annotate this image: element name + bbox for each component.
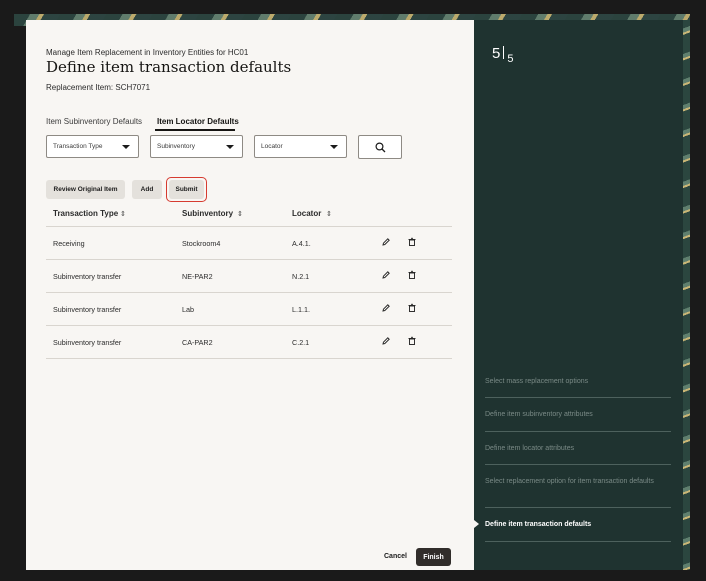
subinventory-select-label: Subinventory <box>157 143 195 150</box>
chevron-down-icon <box>122 145 130 149</box>
cell-subinventory: NE-PAR2 <box>182 272 213 281</box>
cell-locator: N.2.1 <box>292 272 310 281</box>
train-step-select-mass-replacement-options[interactable]: Select mass replacement options <box>485 377 667 387</box>
progress-side-panel <box>474 20 683 570</box>
cell-subinventory: Lab <box>182 305 194 314</box>
search-button[interactable] <box>358 135 402 159</box>
train-step-define-item-transaction-defaults[interactable]: Define item transaction defaults <box>485 520 667 530</box>
cell-locator: C.2.1 <box>292 338 310 347</box>
search-icon <box>375 142 386 153</box>
total-step-number: 5 <box>507 53 514 65</box>
sort-icon[interactable]: ⇕ <box>237 210 243 218</box>
locator-select-label: Locator <box>261 143 283 150</box>
dialog-main-panel <box>26 20 474 570</box>
table-row-divider <box>46 358 452 359</box>
train-step-select-replacement-option[interactable]: Select replacement option for item trans… <box>485 477 667 487</box>
current-step-number: 5 <box>492 45 501 62</box>
edit-pencil-icon[interactable] <box>381 237 391 247</box>
cell-subinventory: Stockroom4 <box>182 239 221 248</box>
train-step-divider <box>485 541 671 542</box>
train-step-define-item-locator-attributes[interactable]: Define item locator attributes <box>485 444 667 454</box>
sort-icon[interactable]: ⇕ <box>326 210 332 218</box>
delete-trash-icon[interactable] <box>407 336 417 346</box>
table-row-divider <box>46 259 452 260</box>
cancel-button[interactable]: Cancel <box>384 553 407 560</box>
cell-transaction-type: Subinventory transfer <box>53 272 122 281</box>
table-row-divider <box>46 325 452 326</box>
step-counter: 55 <box>492 45 513 65</box>
submit-button[interactable]: Submit <box>169 180 204 199</box>
train-step-define-item-subinventory-attributes[interactable]: Define item subinventory attributes <box>485 410 667 420</box>
step-counter-divider <box>503 46 505 59</box>
locator-select[interactable]: Locator <box>254 135 347 158</box>
subinventory-select[interactable]: Subinventory <box>150 135 243 158</box>
transaction-type-select[interactable]: Transaction Type <box>46 135 139 158</box>
delete-trash-icon[interactable] <box>407 237 417 247</box>
cell-transaction-type: Subinventory transfer <box>53 305 122 314</box>
page-title: Define item transaction defaults <box>46 58 292 76</box>
edit-pencil-icon[interactable] <box>381 303 391 313</box>
table-divider <box>46 226 452 227</box>
background-pattern-edge <box>683 20 690 570</box>
edit-pencil-icon[interactable] <box>381 336 391 346</box>
tab-item-locator-defaults[interactable]: Item Locator Defaults <box>157 117 239 126</box>
delete-trash-icon[interactable] <box>407 303 417 313</box>
delete-trash-icon[interactable] <box>407 270 417 280</box>
finish-button[interactable]: Finish <box>416 548 451 566</box>
cell-subinventory: CA-PAR2 <box>182 338 213 347</box>
train-step-divider <box>485 464 671 465</box>
chevron-down-icon <box>330 145 338 149</box>
column-header-locator[interactable]: Locator <box>292 209 321 218</box>
column-header-transaction-type[interactable]: Transaction Type <box>53 209 118 218</box>
cell-locator: A.4.1. <box>292 239 311 248</box>
transaction-type-select-label: Transaction Type <box>53 143 103 150</box>
review-original-item-button[interactable]: Review Original Item <box>46 180 125 199</box>
train-step-divider <box>485 431 671 432</box>
edit-pencil-icon[interactable] <box>381 270 391 280</box>
table-row-divider <box>46 292 452 293</box>
cell-locator: L.1.1. <box>292 305 310 314</box>
current-step-marker <box>474 520 479 528</box>
chevron-down-icon <box>226 145 234 149</box>
cell-transaction-type: Receiving <box>53 239 85 248</box>
replacement-item-label: Replacement Item: SCH7071 <box>46 83 151 92</box>
cell-transaction-type: Subinventory transfer <box>53 338 122 347</box>
active-tab-indicator <box>155 129 235 131</box>
column-header-subinventory[interactable]: Subinventory <box>182 209 233 218</box>
page-kicker: Manage Item Replacement in Inventory Ent… <box>46 48 249 57</box>
sort-icon[interactable]: ⇕ <box>120 210 126 218</box>
add-button[interactable]: Add <box>132 180 162 199</box>
tab-item-subinventory-defaults[interactable]: Item Subinventory Defaults <box>46 117 142 126</box>
train-step-divider <box>485 397 671 398</box>
train-step-divider <box>485 507 671 508</box>
